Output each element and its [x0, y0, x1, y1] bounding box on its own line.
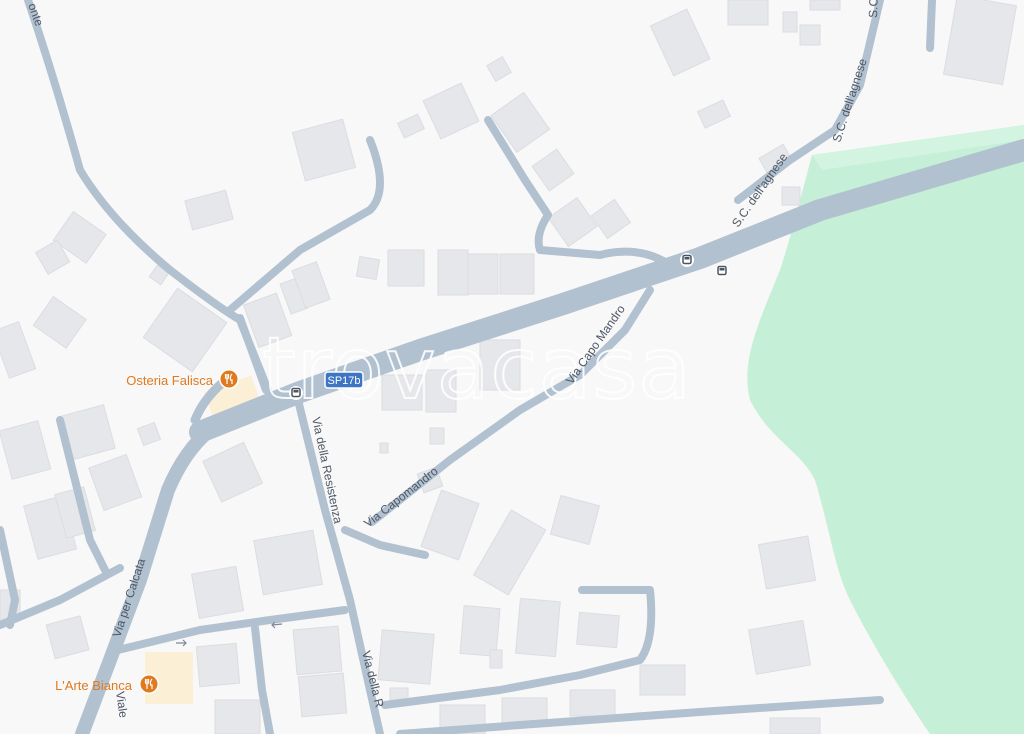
restaurant-icon — [219, 369, 239, 389]
restaurant-icon — [139, 674, 159, 694]
poi-label-osteria-falisca: Osteria Falisca — [126, 373, 213, 388]
bus-stop-icon[interactable] — [680, 253, 694, 267]
bus-stop-icon[interactable] — [289, 386, 303, 400]
bus-stop-icon[interactable] — [715, 264, 729, 278]
poi-label-larte-bianca: L'Arte Bianca — [55, 678, 133, 693]
street-label-sc: S.C. — [866, 0, 881, 18]
road-shield-sp17b: SP17b — [324, 371, 364, 389]
watermark-text: trovacasa — [262, 319, 692, 419]
svg-text:SP17b: SP17b — [327, 375, 360, 387]
map-canvas[interactable]: trovacasa onte Via per Calcata Via della… — [0, 0, 1024, 734]
